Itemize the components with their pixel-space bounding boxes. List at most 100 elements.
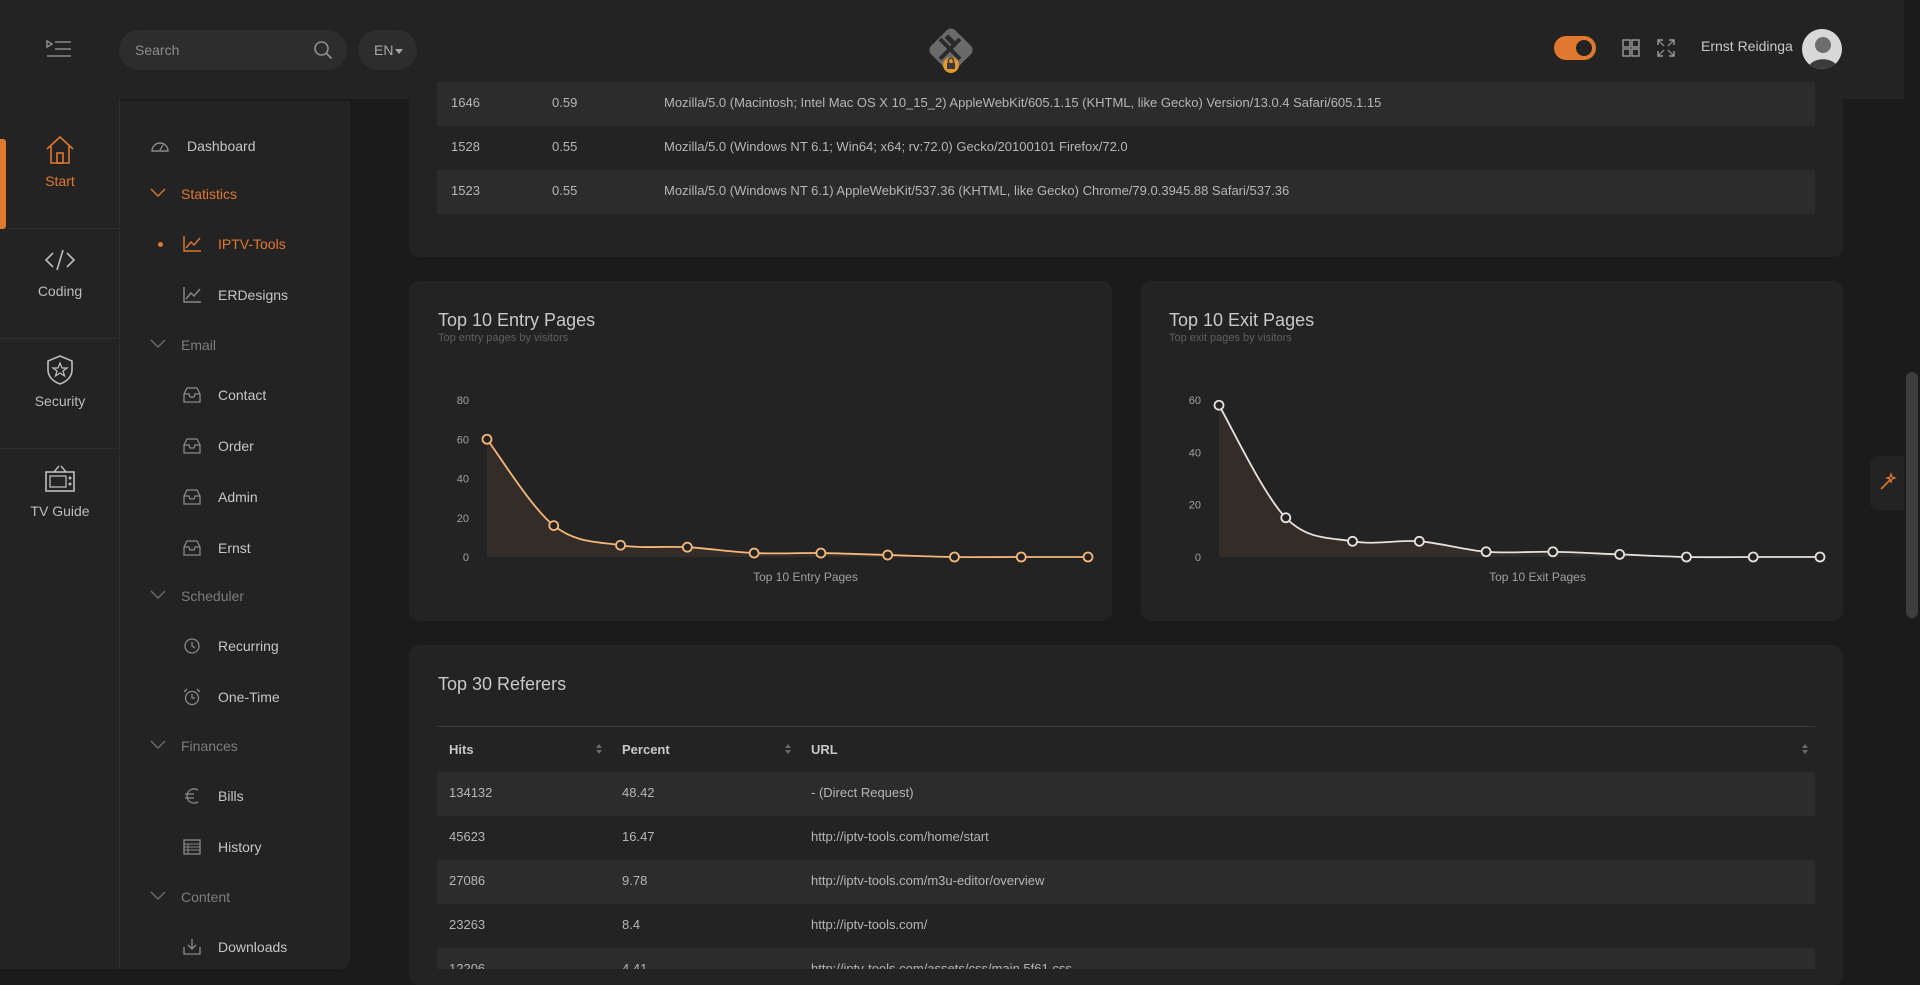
sidebar-item-downloads[interactable]: Downloads: [120, 927, 350, 967]
rail-item-coding[interactable]: Coding: [0, 229, 120, 339]
sort-icon[interactable]: [595, 743, 603, 755]
data-point[interactable]: [748, 547, 760, 559]
y-tick-label: 60: [457, 434, 469, 446]
apps-grid-icon[interactable]: [1621, 38, 1641, 58]
table-row: 134132 48.42 - (Direct Request): [437, 772, 1815, 816]
sidebar-item-iptv-tools[interactable]: IPTV-Tools: [120, 224, 350, 264]
data-point[interactable]: [1015, 551, 1027, 563]
data-point[interactable]: [1814, 551, 1826, 563]
sidebar-item-erdesigns[interactable]: ERDesigns: [120, 275, 350, 315]
sidebar-item-bills[interactable]: Bills: [120, 776, 350, 816]
data-point[interactable]: [1347, 535, 1358, 547]
sidebar-item-order[interactable]: Order: [120, 426, 350, 466]
table-row: 12206 4.41 http://iptv-tools.com/assets/…: [437, 948, 1815, 969]
x-axis-title: Top 10 Exit Pages: [1489, 570, 1586, 584]
language-dropdown[interactable]: EN: [358, 30, 417, 70]
data-point[interactable]: [481, 433, 493, 445]
logo-icon[interactable]: [925, 26, 977, 76]
data-point[interactable]: [1213, 399, 1225, 411]
sidebar-label-finances: Finances: [181, 738, 238, 754]
y-tick-label: 40: [1189, 447, 1201, 459]
sidebar-label-statistics: Statistics: [181, 186, 238, 202]
sidebar-group-finances[interactable]: Finances: [120, 728, 350, 764]
search-icon[interactable]: [313, 40, 333, 60]
sort-icon[interactable]: [1801, 743, 1809, 755]
data-point[interactable]: [882, 549, 894, 561]
sort-icon[interactable]: [784, 743, 792, 755]
sidebar-group-email[interactable]: Email: [120, 327, 350, 363]
theme-toggle[interactable]: [1554, 36, 1596, 60]
menu-toggle-icon[interactable]: [44, 36, 74, 62]
chevron-down-icon: [150, 590, 166, 599]
url-cell[interactable]: http://iptv-tools.com/m3u-editor/overvie…: [811, 873, 1044, 888]
search-input[interactable]: [135, 30, 305, 70]
data-point[interactable]: [1280, 512, 1292, 524]
exit-pages-subtitle: Top exit pages by visitors: [1169, 332, 1292, 344]
avatar-image: [1802, 29, 1842, 69]
column-header-hits[interactable]: Hits: [449, 742, 474, 757]
download-tray-icon: [183, 939, 201, 955]
data-point[interactable]: [1480, 546, 1492, 558]
x-axis-title: Top 10 Entry Pages: [753, 570, 858, 584]
data-point[interactable]: [1547, 546, 1559, 558]
percent-cell: 9.78: [622, 873, 648, 888]
sidebar-group-content[interactable]: Content: [120, 879, 350, 915]
scrollbar-thumb[interactable]: [1906, 372, 1918, 618]
avatar[interactable]: [1802, 29, 1842, 69]
customizer-tab[interactable]: [1870, 456, 1904, 510]
inbox-icon: [183, 438, 201, 454]
sidebar-item-ernst[interactable]: Ernst: [120, 528, 350, 568]
agent-cell: Mozilla/5.0 (Macintosh; Intel Mac OS X 1…: [664, 95, 1382, 110]
chevron-down-icon: [150, 188, 166, 197]
sidebar-item-recurring[interactable]: Recurring: [120, 626, 350, 666]
sidebar-item-history[interactable]: History: [120, 827, 350, 867]
rail-label-coding: Coding: [37, 283, 83, 299]
rail-item-start[interactable]: Start: [0, 119, 120, 229]
rail-item-tv-guide[interactable]: TV Guide: [0, 449, 120, 559]
data-point[interactable]: [815, 547, 827, 559]
hits-cell: 1646: [451, 95, 480, 110]
caret-down-icon: [395, 48, 404, 54]
sidebar-label-bills: Bills: [218, 788, 244, 804]
recurring-clock-icon: [184, 638, 200, 654]
column-header-url[interactable]: URL: [811, 742, 838, 757]
data-point[interactable]: [1681, 551, 1692, 563]
euro-icon: [185, 788, 199, 804]
data-point[interactable]: [1413, 535, 1425, 547]
sidebar-item-dashboard[interactable]: Dashboard: [120, 126, 350, 166]
data-point[interactable]: [1614, 548, 1626, 560]
percent-cell: 4.41: [622, 961, 648, 969]
y-tick-label: 0: [1195, 552, 1201, 564]
sidebar-item-admin[interactable]: Admin: [120, 477, 350, 517]
table-row: 23263 8.4 http://iptv-tools.com/: [437, 904, 1815, 948]
data-point[interactable]: [615, 539, 626, 551]
sidebar-item-one-time[interactable]: One-Time: [120, 677, 350, 717]
url-cell[interactable]: http://iptv-tools.com/assets/css/main.5f…: [811, 961, 1072, 969]
url-cell[interactable]: http://iptv-tools.com/: [811, 917, 927, 932]
data-point[interactable]: [949, 551, 960, 563]
table-row: 1528 0.55 Mozilla/5.0 (Windows NT 6.1; W…: [437, 126, 1815, 170]
data-point[interactable]: [1082, 551, 1094, 563]
data-point[interactable]: [681, 541, 693, 553]
sidebar-group-statistics[interactable]: Statistics: [120, 176, 350, 212]
fullscreen-icon[interactable]: [1656, 38, 1676, 58]
rail-label-security: Security: [34, 393, 86, 409]
sidebar-item-contact[interactable]: Contact: [120, 375, 350, 415]
chart-line-icon: [183, 287, 201, 303]
rail-item-security[interactable]: Security: [0, 339, 120, 449]
table-row: 1646 0.59 Mozilla/5.0 (Macintosh; Intel …: [437, 82, 1815, 126]
tv-icon: [45, 465, 75, 492]
code-icon: [44, 249, 76, 271]
column-header-percent[interactable]: Percent: [622, 742, 670, 757]
sidebar-label-history: History: [218, 839, 262, 855]
data-point[interactable]: [548, 520, 560, 532]
url-cell[interactable]: http://iptv-tools.com/home/start: [811, 829, 989, 844]
data-point[interactable]: [1747, 551, 1759, 563]
left-rail: Start Coding Security TV Guide: [0, 99, 120, 969]
percent-cell: 0.59: [552, 95, 578, 110]
series-area: [487, 439, 1088, 558]
sidebar-label-iptv-tools: IPTV-Tools: [218, 236, 286, 252]
sidebar-group-scheduler[interactable]: Scheduler: [120, 578, 350, 614]
sidebar-label-one-time: One-Time: [218, 689, 280, 705]
sidebar: Dashboard Statistics IPTV-Tools ERDesign…: [120, 101, 350, 969]
